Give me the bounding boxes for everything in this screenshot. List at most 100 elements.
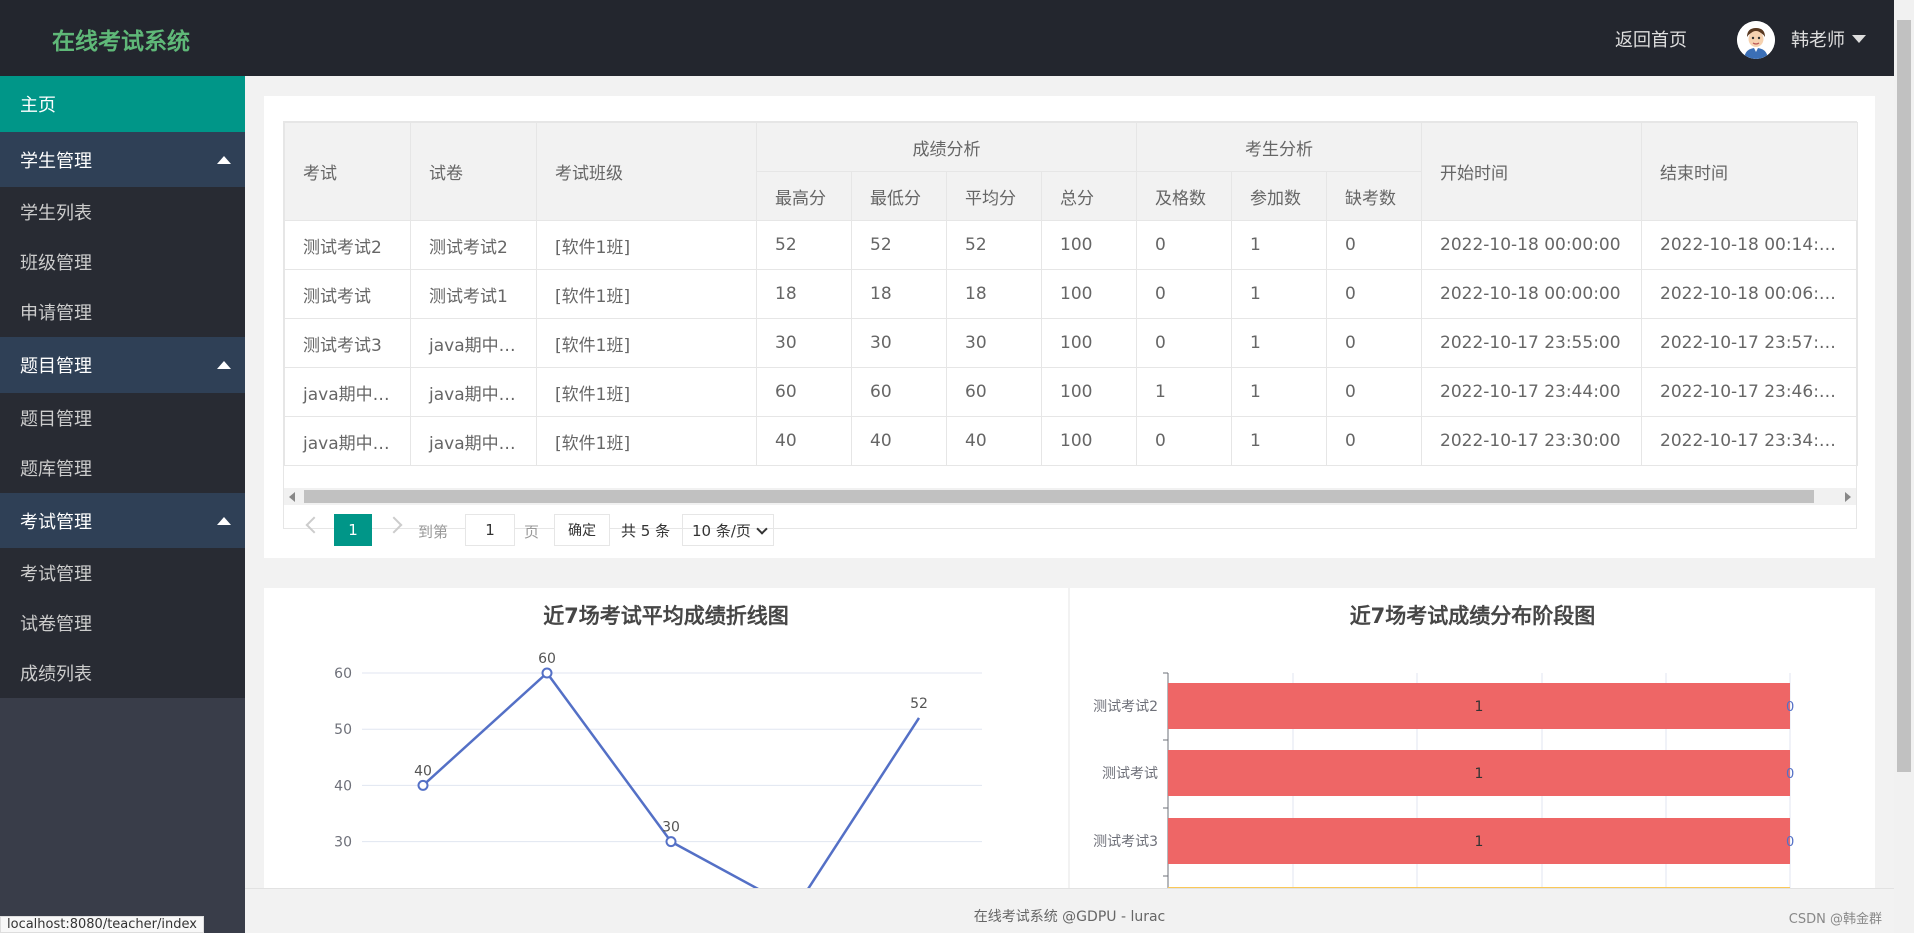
- table-row[interactable]: java期中… java期中… [软件1班] 60 60 60 100 1 1 0 2022-10-…: [284, 367, 1858, 417]
- table-cell: 40: [946, 416, 1042, 466]
- exam-stats-table: 考试 试卷 考试班级 成绩分析 考生分析 开始时间 结束时间 最高分 最低分 平…: [284, 122, 1858, 466]
- return-home-link[interactable]: 返回首页: [1615, 26, 1687, 52]
- table-cell: 2022-10-18 00:06:00: [1641, 269, 1858, 319]
- table-cell: 100: [1041, 220, 1137, 270]
- sidebar-item-student-list[interactable]: 学生列表: [0, 187, 245, 237]
- header-student-analysis: 考生分析: [1136, 122, 1422, 172]
- vertical-scroll-thumb[interactable]: [1897, 20, 1911, 772]
- sidebar-item-exam-management[interactable]: 考试管理: [0, 548, 245, 598]
- table-cell: 2022-10-17 23:44:00: [1421, 367, 1642, 417]
- sidebar-item-score-list[interactable]: 成绩列表: [0, 648, 245, 698]
- table-cell: 18: [946, 269, 1042, 319]
- header-start-time: 开始时间: [1421, 122, 1642, 221]
- caret-up-icon: [217, 155, 231, 164]
- top-header: 在线考试系统 返回首页 韩老师: [0, 0, 1894, 76]
- table-cell: 30: [851, 318, 947, 368]
- y-tick-label: 50: [334, 722, 352, 738]
- sidebar-group-exams[interactable]: 考试管理: [0, 493, 245, 548]
- chevron-down-icon: [756, 523, 768, 535]
- sidebar-group-label: 学生管理: [20, 150, 92, 172]
- table-cell: 52: [851, 220, 947, 270]
- table-cell: 40: [851, 416, 947, 466]
- header-max-score: 最高分: [756, 171, 852, 221]
- header-pass-count: 及格数: [1136, 171, 1232, 221]
- total-count: 共 5 条: [621, 522, 671, 540]
- prev-page-icon[interactable]: [305, 516, 323, 534]
- sidebar-item-paper-management[interactable]: 试卷管理: [0, 598, 245, 648]
- data-point: [417, 779, 429, 791]
- bar-value-label: 1: [1475, 699, 1484, 715]
- current-page-button[interactable]: 1: [334, 514, 372, 546]
- user-name-menu[interactable]: 韩老师: [1791, 26, 1845, 52]
- data-label: 60: [538, 651, 556, 667]
- data-label: 40: [414, 763, 432, 779]
- table-cell: 0: [1326, 318, 1422, 368]
- table-cell: 2022-10-18 00:00:00: [1421, 220, 1642, 270]
- vertical-scrollbar[interactable]: [1894, 0, 1914, 933]
- horizontal-scrollbar[interactable]: [284, 488, 1856, 505]
- table-cell: 100: [1041, 367, 1137, 417]
- table-cell: 1: [1136, 367, 1232, 417]
- table-cell: 0: [1136, 416, 1232, 466]
- caret-up-icon: [217, 361, 231, 369]
- y-tick-label: 30: [334, 835, 352, 851]
- scroll-left-arrow-icon[interactable]: [289, 492, 295, 502]
- exam-stats-card: 考试 试卷 考试班级 成绩分析 考生分析 开始时间 结束时间 最高分 最低分 平…: [264, 96, 1875, 558]
- sidebar-item-home[interactable]: 主页: [0, 76, 245, 132]
- y-tick-label: 40: [334, 778, 352, 794]
- category-label: 测试考试2: [1093, 699, 1158, 715]
- table-cell: 30: [946, 318, 1042, 368]
- table-cell: java期中…: [410, 367, 537, 417]
- sidebar-group-students[interactable]: 学生管理: [0, 132, 245, 187]
- table-cell: 52: [756, 220, 852, 270]
- table-cell: 60: [851, 367, 947, 417]
- table-cell: 100: [1041, 416, 1137, 466]
- header-paper: 试卷: [410, 122, 537, 221]
- table-cell: 2022-10-17 23:57:00: [1641, 318, 1858, 368]
- table-cell: 测试考试1: [410, 269, 537, 319]
- app-logo-title[interactable]: 在线考试系统: [52, 22, 190, 56]
- data-point: [541, 667, 553, 679]
- table-cell: java期中…: [410, 318, 537, 368]
- horizontal-scroll-thumb[interactable]: [304, 490, 1814, 503]
- exam-stats-table-body: 测试考试2 测试考试2 [软件1班] 52 52 52 100 0 1 0 2022-10-18 0…: [284, 220, 1858, 466]
- table-row[interactable]: 测试考试3 java期中… [软件1班] 30 30 30 100 0 1 0 2022-10-17…: [284, 318, 1858, 368]
- table-cell: java期中…: [410, 416, 537, 466]
- next-page-icon[interactable]: [385, 516, 403, 534]
- table-cell: 1: [1231, 416, 1327, 466]
- user-avatar-icon[interactable]: [1737, 21, 1775, 59]
- table-row[interactable]: java期中… java期中… [软件1班] 40 40 40 100 0 1 0 2022-10-…: [284, 416, 1858, 466]
- page-unit-label: 页: [524, 523, 540, 541]
- score-distribution-bar-chart: 测试考试2 1 0 测试考试 1 0 测试考试3 1 0: [1093, 672, 1794, 889]
- table-cell: 2022-10-17 23:55:00: [1421, 318, 1642, 368]
- table-cell: 0: [1326, 416, 1422, 466]
- page-footer: 在线考试系统 @GDPU - lurac CSDN @韩金群: [245, 888, 1894, 933]
- page-size-select[interactable]: 10 条/页: [682, 514, 774, 546]
- table-cell: 60: [756, 367, 852, 417]
- bar-value-label: 1: [1475, 834, 1484, 850]
- table-cell: [软件1班]: [536, 220, 757, 270]
- table-cell: [软件1班]: [536, 416, 757, 466]
- table-cell: 1: [1231, 367, 1327, 417]
- goto-page-input[interactable]: [465, 514, 515, 546]
- caret-down-icon[interactable]: [1852, 35, 1866, 43]
- sidebar-group-questions[interactable]: 题目管理: [0, 337, 245, 393]
- table-cell: 0: [1136, 318, 1232, 368]
- avg-score-series-line: [422, 671, 921, 911]
- scroll-right-arrow-icon[interactable]: [1845, 492, 1851, 502]
- footer-text: 在线考试系统 @GDPU - lurac: [973, 909, 1166, 925]
- table-cell: 52: [946, 220, 1042, 270]
- sidebar-item-application-management[interactable]: 申请管理: [0, 287, 245, 337]
- table-cell: 18: [851, 269, 947, 319]
- table-row[interactable]: 测试考试2 测试考试2 [软件1班] 52 52 52 100 0 1 0 2022-10-18 0…: [284, 220, 1858, 270]
- goto-confirm-button[interactable]: 确定: [554, 514, 610, 546]
- header-absent-count: 缺考数: [1326, 171, 1422, 221]
- table-row[interactable]: 测试考试 测试考试1 [软件1班] 18 18 18 100 0 1 0 2022-10-18 00…: [284, 269, 1858, 319]
- table-cell: 1: [1231, 220, 1327, 270]
- table-cell: 100: [1041, 269, 1137, 319]
- sidebar-item-question-management[interactable]: 题目管理: [0, 393, 245, 443]
- sidebar-item-class-management[interactable]: 班级管理: [0, 237, 245, 287]
- sidebar-item-question-bank[interactable]: 题库管理: [0, 443, 245, 493]
- header-min-score: 最低分: [851, 171, 947, 221]
- table-cell: 60: [946, 367, 1042, 417]
